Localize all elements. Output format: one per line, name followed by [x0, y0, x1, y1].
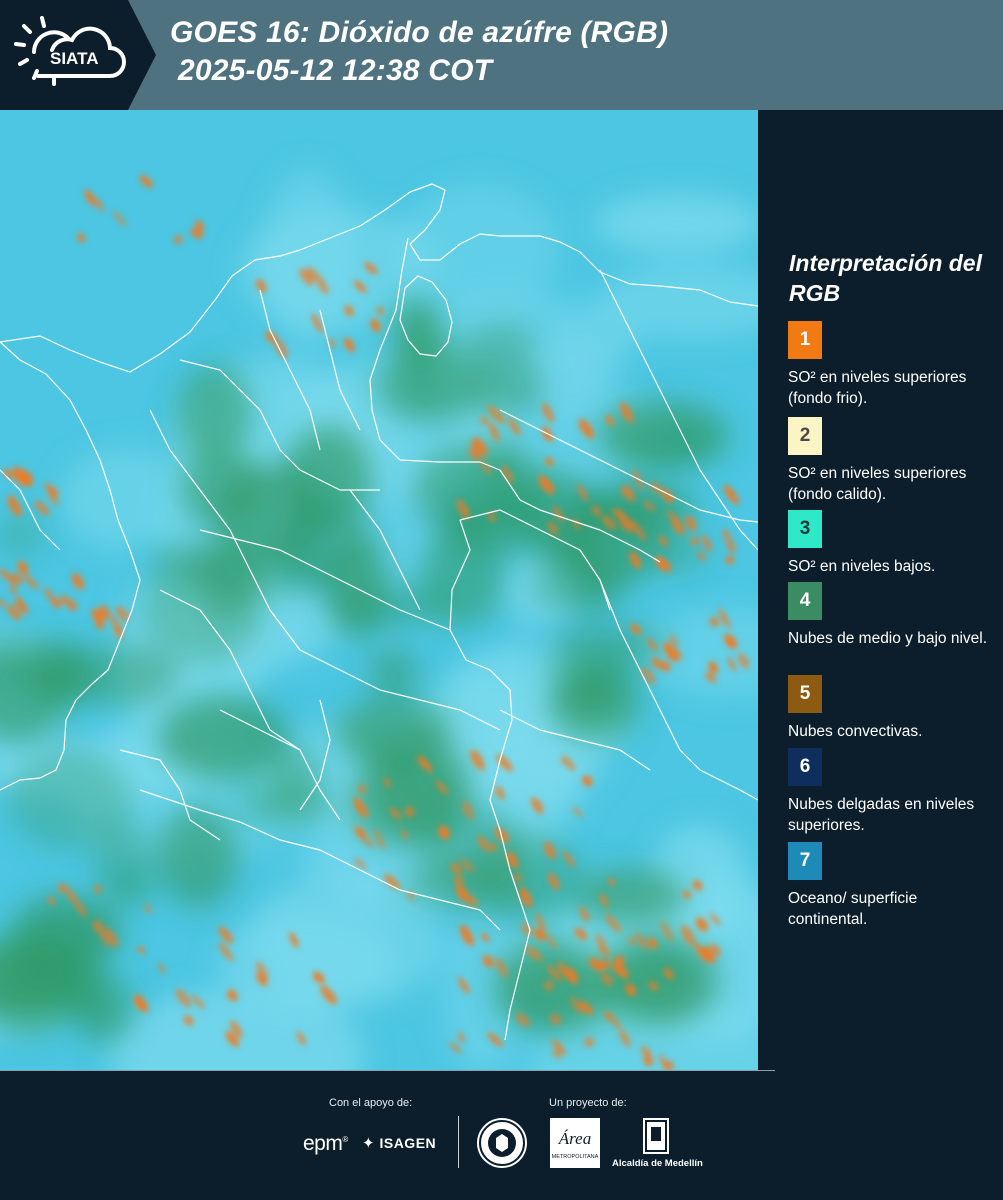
sun-cloud-icon: SIATA	[14, 16, 126, 86]
vegetation-patch	[158, 806, 239, 909]
footer-divider-line	[0, 1070, 775, 1071]
cloud-haze-patch	[593, 193, 758, 254]
legend-number: 6	[799, 756, 811, 777]
vegetation-patch	[370, 352, 452, 420]
legend-item-3: 3 SO² en niveles bajos.	[788, 510, 988, 577]
vegetation-patch	[465, 358, 545, 417]
legend-swatch: 7	[788, 842, 822, 880]
logo-arrow	[128, 0, 156, 110]
legend-number: 1	[799, 329, 811, 350]
legend-swatch: 1	[788, 321, 822, 359]
legend-description: Nubes delgadas en niveles superiores.	[788, 796, 975, 834]
isagen-symbol-icon: ✦	[362, 1135, 376, 1152]
map-canvas	[0, 110, 758, 1070]
area-logo-subtext: METROPOLITANA	[552, 1154, 599, 1160]
legend-description: Oceano/ superficie continental.	[788, 890, 918, 928]
legend-item-2: 2 SO² en niveles superiores (fondo calid…	[788, 417, 988, 505]
legend-item-7: 7 Oceano/ superficie continental.	[788, 842, 988, 930]
legend-swatch: 4	[788, 582, 822, 620]
vegetation-patch	[614, 425, 727, 468]
vegetation-patch	[465, 323, 536, 363]
satellite-map[interactable]	[0, 110, 758, 1070]
legend-item-1: 1 SO² en niveles superiores (fondo frio)…	[788, 321, 988, 409]
vegetation-patch	[575, 867, 687, 924]
legend-swatch: 3	[788, 510, 822, 548]
epm-logo-text: epm	[303, 1132, 343, 1155]
legend-swatch: 6	[788, 748, 822, 786]
alcaldia-medellin-logo-text[interactable]: Alcaldía de Medellín	[612, 1158, 703, 1169]
legend-number: 4	[799, 590, 811, 611]
page-title: GOES 16: Dióxido de azúfre (RGB) 2025-05…	[170, 14, 668, 90]
vegetation-patch	[7, 750, 132, 851]
seal-icon	[479, 1120, 525, 1166]
footer: Con el apoyo de: Un proyecto de: epm® ✦ …	[0, 1070, 1003, 1200]
legend-description: Nubes convectivas.	[788, 723, 923, 740]
header-bar: SIATA GOES 16: Dióxido de azúfre (RGB) 2…	[0, 0, 1003, 110]
legend-number: 7	[799, 850, 811, 871]
vegetation-patch	[542, 648, 643, 687]
vegetation-patch	[150, 542, 232, 581]
legend-number: 5	[799, 683, 811, 704]
medellin-seal-logo[interactable]	[477, 1118, 527, 1168]
alcaldia-shield-icon	[643, 1118, 669, 1154]
area-metropolitana-icon: Área METROPOLITANA	[552, 1129, 599, 1160]
vegetation-patch	[177, 364, 252, 465]
logo-divider	[458, 1116, 459, 1168]
legend-description: SO² en niveles superiores (fondo calido)…	[788, 465, 967, 503]
vegetation-patch	[283, 425, 373, 533]
title-line-2: 2025-05-12 12:38 COT	[178, 54, 493, 87]
isagen-logo[interactable]: ✦ ISAGEN	[362, 1134, 436, 1152]
legend-description: SO² en niveles bajos.	[788, 558, 936, 575]
title-line-1: GOES 16: Dióxido de azúfre (RGB)	[170, 16, 669, 49]
cloud-haze-patch	[60, 447, 191, 552]
legend-number: 3	[799, 518, 811, 539]
legend-title: Interpretación del RGB	[789, 250, 982, 306]
legend-item-5: 5 Nubes convectivas.	[788, 675, 988, 742]
isagen-logo-text: ISAGEN	[379, 1135, 437, 1151]
project-label: Un proyecto de:	[549, 1097, 627, 1109]
epm-logo[interactable]: epm®	[303, 1132, 348, 1156]
legend-description: SO² en niveles superiores (fondo frio).	[788, 369, 967, 407]
siata-logo-text: SIATA	[50, 49, 98, 68]
legend-description: Nubes de medio y bajo nivel.	[788, 630, 988, 647]
vegetation-patch	[158, 695, 290, 781]
vegetation-patch	[392, 294, 438, 363]
legend-number: 2	[799, 425, 811, 446]
legend-swatch: 5	[788, 675, 822, 713]
vegetation-patch	[323, 587, 452, 627]
area-metropolitana-logo[interactable]: Área METROPOLITANA	[550, 1118, 600, 1168]
siata-logo[interactable]: SIATA	[0, 0, 128, 110]
legend-item-6: 6 Nubes delgadas en niveles superiores.	[788, 748, 988, 836]
area-logo-text: Área	[558, 1129, 591, 1148]
legend-panel: Interpretación del RGB 1 SO² en niveles …	[760, 110, 1003, 1070]
legend-swatch: 2	[788, 417, 822, 455]
legend-item-4: 4 Nubes de medio y bajo nivel.	[788, 582, 988, 649]
support-label: Con el apoyo de:	[329, 1097, 413, 1109]
